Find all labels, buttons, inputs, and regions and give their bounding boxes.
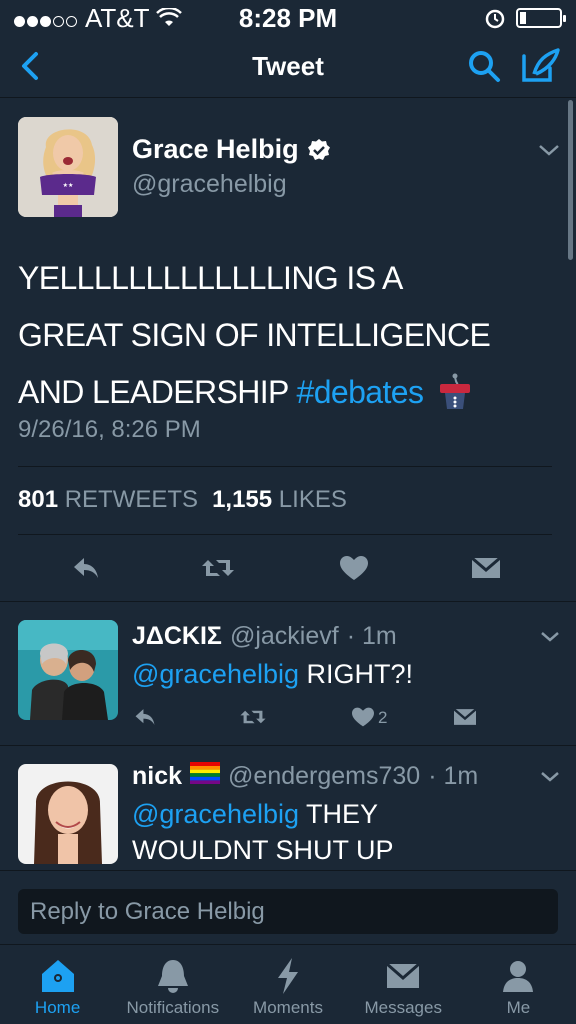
tab-label: Home (34, 998, 81, 1017)
reply-author-handle[interactable]: @jackievf (230, 622, 339, 651)
tab-label: Moments (253, 998, 323, 1017)
tab-label: Messages (364, 998, 442, 1017)
debate-podium-icon (439, 373, 470, 409)
tweet-stats: 801 RETWEETS 1,155 LIKES (18, 486, 347, 514)
tweet-text-line: AND LEADERSHIP #debates (18, 364, 548, 421)
retweet-icon[interactable] (238, 706, 268, 728)
likes-stat[interactable]: 1,155 LIKES (212, 486, 347, 514)
tweet-timestamp: 9/26/16, 8:26 PM (18, 416, 201, 443)
hashtag-link[interactable]: #debates (297, 374, 424, 410)
likes-count: 1,155 (212, 486, 273, 513)
tab-bar: Home Notifications Moments Messages Me (0, 944, 576, 1024)
chevron-down-icon[interactable] (536, 140, 562, 160)
home-icon (41, 960, 74, 992)
back-chevron-icon[interactable] (12, 46, 52, 86)
tweet-text-line: YELLLLLLLLLLLLLING IS A (18, 260, 403, 296)
direct-message-icon[interactable] (470, 554, 502, 582)
reply-icon[interactable] (132, 706, 158, 728)
like-heart-icon[interactable] (338, 554, 370, 582)
tab-messages[interactable]: Messages (346, 945, 461, 1024)
alarm-icon (485, 9, 505, 29)
retweets-count: 801 (18, 486, 59, 513)
envelope-icon (386, 962, 421, 988)
direct-message-icon[interactable] (452, 706, 478, 728)
divider (18, 466, 552, 467)
page-title: Tweet (252, 51, 324, 81)
reply-author-handle[interactable]: @endergems730 (228, 762, 420, 791)
search-icon[interactable] (464, 46, 504, 86)
like-heart-icon[interactable] (350, 706, 376, 728)
lightning-icon (278, 958, 298, 994)
tweet-text-line: GREAT SIGN OF INTELLIGENCE (18, 317, 491, 353)
reply-header: nick @endergems730 · 1m (132, 762, 478, 791)
svg-text:★★: ★★ (63, 182, 74, 189)
carrier-name: AT&T (85, 2, 150, 33)
avatar[interactable] (18, 764, 118, 864)
chevron-down-icon[interactable] (538, 768, 562, 786)
reply-header: JΔCKIΣ @jackievf · 1m (132, 622, 397, 651)
verified-badge-icon (307, 138, 330, 160)
navbar: Tweet (0, 36, 576, 98)
tab-moments[interactable]: Moments (230, 945, 345, 1024)
author-name[interactable]: Grace Helbig (132, 134, 331, 165)
reply-input[interactable] (18, 889, 558, 934)
reply-author-name[interactable]: JΔCKIΣ (132, 622, 222, 651)
author-handle[interactable]: @gracehelbig (132, 170, 287, 199)
signal-carrier: AT&T (14, 3, 182, 34)
mention-link[interactable]: @gracehelbig (132, 799, 299, 829)
tab-label: Me (506, 998, 531, 1017)
rainbow-flag-icon (190, 762, 221, 784)
retweet-icon[interactable] (200, 554, 236, 582)
status-bar: AT&T 8:28 PM (0, 0, 576, 36)
reply-text: @gracehelbig RIGHT?! (132, 656, 542, 692)
tab-me[interactable]: Me (461, 945, 576, 1024)
wifi-icon (155, 8, 182, 26)
signal-strength-icon (14, 3, 79, 34)
tab-notifications[interactable]: Notifications (115, 945, 230, 1024)
reply-author-name[interactable]: nick (132, 762, 182, 791)
reply-time: · 1m (428, 762, 479, 790)
tweet-text: YELLLLLLLLLLLLLING IS A GREAT SIGN OF IN… (18, 250, 548, 421)
reply-text-body: RIGHT?! (306, 659, 414, 689)
retweets-label: RETWEETS (64, 486, 199, 513)
mention-link[interactable]: @gracehelbig (132, 659, 299, 689)
status-right (484, 7, 566, 29)
divider (18, 534, 552, 535)
tweet-detail: ★★ Grace Helbig @gracehelbig YELLLLLLLLL… (0, 100, 576, 602)
author-name-text: Grace Helbig (132, 134, 299, 164)
tab-home[interactable]: Home (0, 945, 115, 1024)
likes-label: LIKES (278, 486, 347, 513)
reply-icon[interactable] (70, 554, 102, 582)
avatar[interactable]: ★★ (18, 117, 118, 217)
reply-text: @gracehelbig THEY WOULDNT SHUT UP (132, 796, 432, 868)
tweet-text-segment: AND LEADERSHIP (18, 374, 289, 410)
chevron-down-icon[interactable] (538, 628, 562, 646)
avatar[interactable] (18, 620, 118, 720)
tab-label: Notifications (126, 998, 220, 1017)
like-count: 2 (378, 708, 388, 727)
retweets-stat[interactable]: 801 RETWEETS (18, 486, 198, 514)
person-icon (503, 961, 534, 992)
compose-icon[interactable] (520, 46, 562, 86)
reply-time: · 1m (346, 622, 397, 650)
battery-icon (516, 8, 566, 28)
reply-bar (0, 870, 576, 944)
reply-tweet[interactable]: nick @endergems730 · 1m @gracehelbig THE… (0, 746, 576, 870)
bell-icon (157, 960, 188, 993)
reply-tweet[interactable]: JΔCKIΣ @jackievf · 1m @gracehelbig RIGHT… (0, 602, 576, 746)
